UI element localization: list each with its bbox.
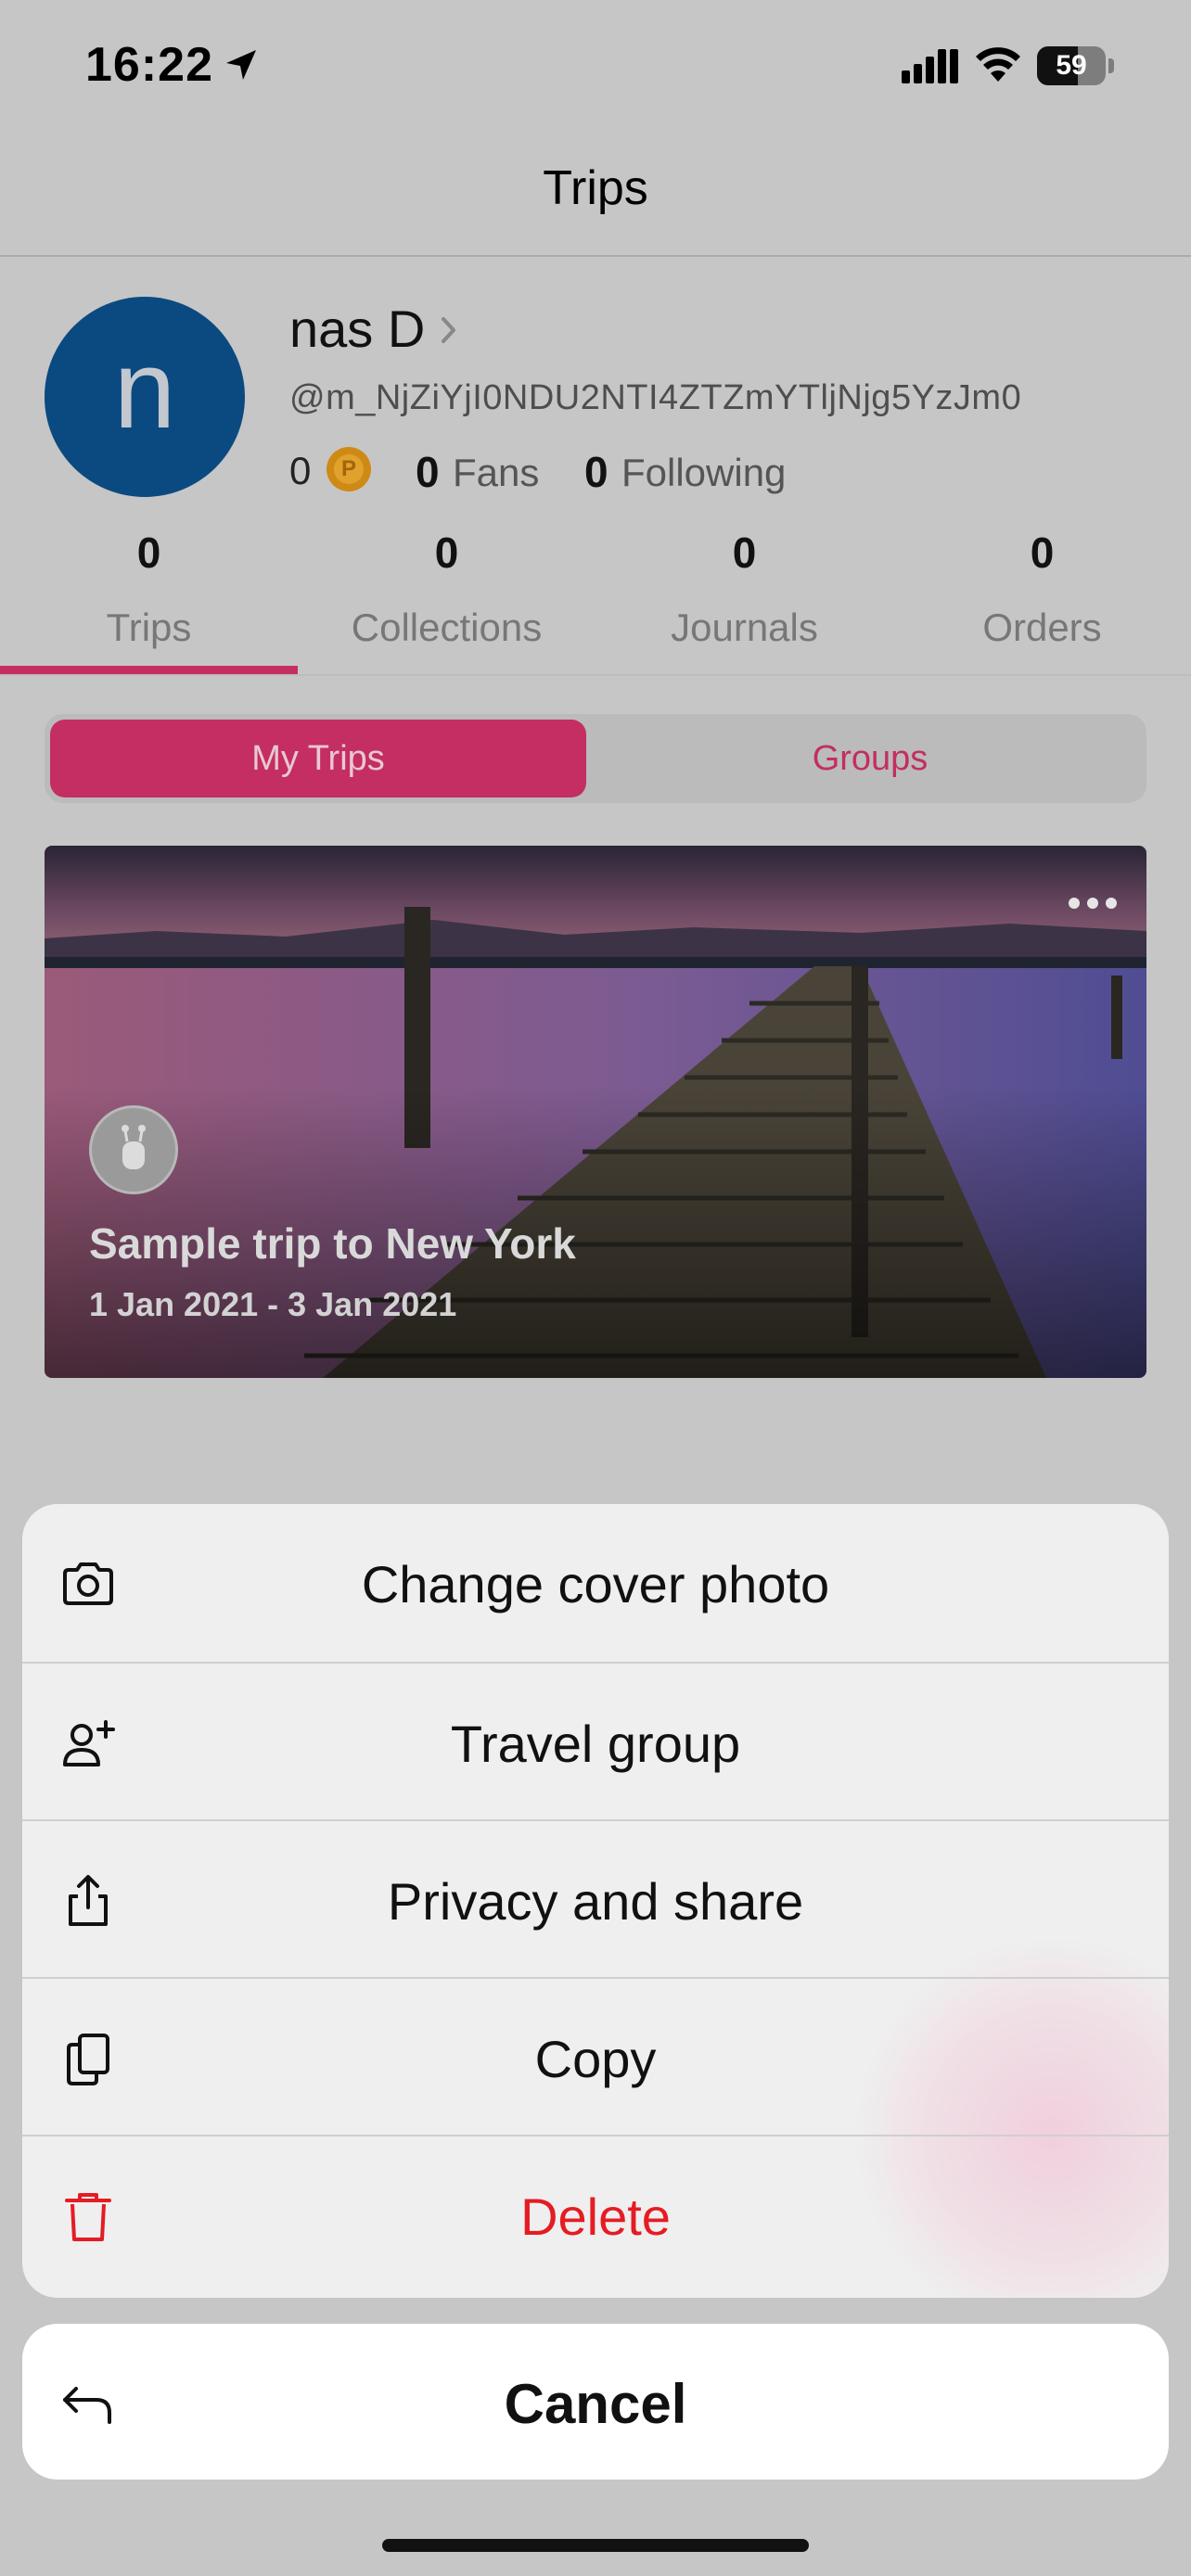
tab-orders[interactable]: 0 Orders <box>893 524 1191 674</box>
chevron-right-icon[interactable] <box>440 313 458 347</box>
segment-groups[interactable]: Groups <box>601 720 1139 797</box>
cancel-button[interactable]: Cancel <box>22 2324 1169 2480</box>
tab-label: Orders <box>982 606 1102 649</box>
segment-my-trips[interactable]: My Trips <box>50 720 586 797</box>
tab-collections[interactable]: 0 Collections <box>298 524 596 674</box>
tab-count: 0 <box>1030 529 1055 577</box>
trip-title: Sample trip to New York <box>89 1219 576 1268</box>
trip-card[interactable]: Sample trip to New York 1 Jan 2021 - 3 J… <box>45 846 1146 1378</box>
action-sheet: Change cover photo Travel group Privacy … <box>22 1504 1169 2298</box>
change-cover-photo-button[interactable]: Change cover photo <box>22 1504 1169 1662</box>
sheet-item-label: Copy <box>534 2030 657 2088</box>
status-time: 16:22 <box>85 38 213 92</box>
wifi-icon <box>976 47 1020 82</box>
tab-label: Journals <box>671 606 818 649</box>
sheet-item-label: Delete <box>520 2187 671 2246</box>
location-arrow-icon <box>226 50 256 80</box>
coin-symbol: P <box>334 454 364 484</box>
tabs-divider <box>0 674 1191 676</box>
trips-segment-control: My Trips Groups <box>45 714 1146 803</box>
status-bar: 16:22 59 <box>0 0 1191 134</box>
battery-level-text: 59 <box>1056 50 1087 81</box>
tab-label: Trips <box>106 606 192 649</box>
tab-trips[interactable]: 0 Trips <box>0 524 298 674</box>
cancel-label: Cancel <box>504 2373 687 2435</box>
coins-count: 0 <box>289 449 312 492</box>
sheet-item-label: Change cover photo <box>361 1555 830 1613</box>
tab-count: 0 <box>434 529 459 577</box>
trip-dates: 1 Jan 2021 - 3 Jan 2021 <box>89 1285 457 1323</box>
trip-owner-avatar <box>89 1105 178 1194</box>
sheet-item-label: Travel group <box>450 1715 741 1773</box>
copy-button[interactable]: Copy <box>22 1977 1169 2136</box>
sheet-item-label: Privacy and share <box>387 1872 804 1931</box>
more-options-icon[interactable] <box>1065 894 1121 912</box>
travel-group-button[interactable]: Travel group <box>22 1662 1169 1821</box>
following-label[interactable]: Following <box>621 451 786 495</box>
tab-count: 0 <box>732 529 757 577</box>
fans-label[interactable]: Fans <box>453 451 539 495</box>
robot-icon <box>122 1125 146 1169</box>
privacy-and-share-button[interactable]: Privacy and share <box>22 1819 1169 1979</box>
profile-handle: @m_NjZiYjI0NDU2NTI4ZTZmYTljNjg5YzJm0 <box>289 378 1022 417</box>
delete-button[interactable]: Delete <box>22 2135 1169 2294</box>
fans-count[interactable]: 0 <box>416 447 440 497</box>
coin-icon: P <box>327 447 371 491</box>
following-count[interactable]: 0 <box>584 447 608 497</box>
navigation-bar: Trips <box>0 134 1191 257</box>
profile-name[interactable]: nas D <box>289 299 425 359</box>
home-indicator[interactable] <box>382 2539 809 2552</box>
tab-count: 0 <box>136 529 161 577</box>
active-tab-indicator <box>0 666 298 674</box>
profile-avatar[interactable]: n <box>45 297 245 497</box>
page-title: Trips <box>543 161 648 215</box>
profile-tabs: 0 Trips 0 Collections 0 Journals 0 Order… <box>0 524 1191 674</box>
battery-indicator: 59 <box>1037 46 1115 85</box>
cellular-signal-icon <box>902 49 958 83</box>
tab-journals[interactable]: 0 Journals <box>596 524 893 674</box>
tab-label: Collections <box>351 606 543 649</box>
